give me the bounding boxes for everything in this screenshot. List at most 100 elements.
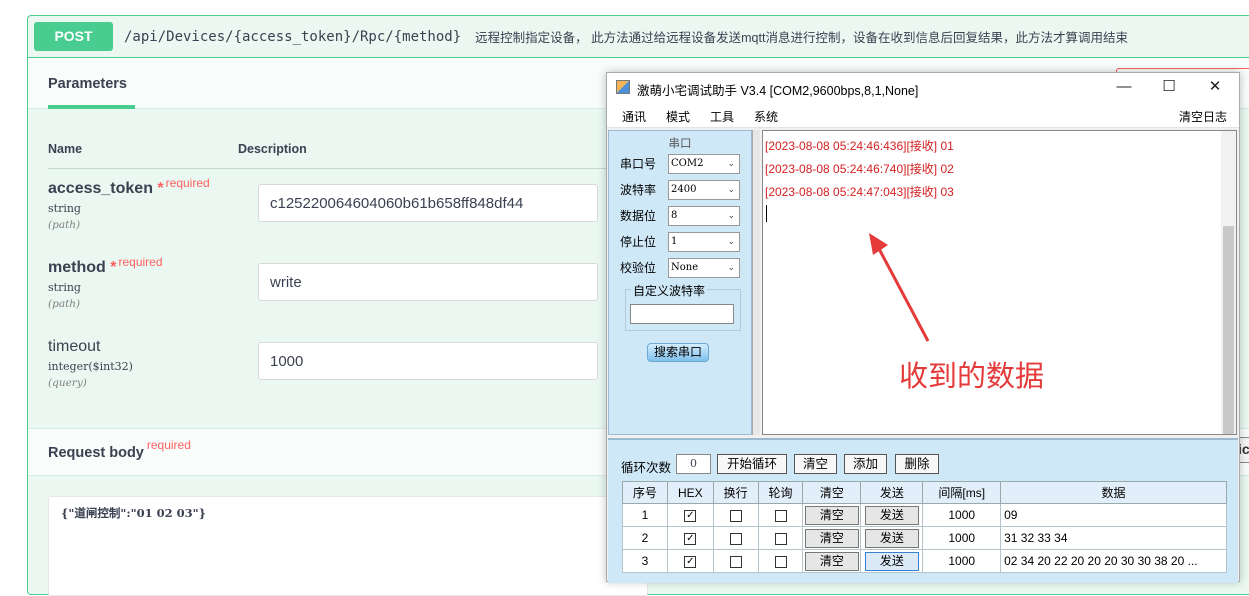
loop-count-input[interactable]: 0 (676, 454, 711, 474)
header-divider (48, 168, 648, 169)
row-interval[interactable]: 1000 (922, 526, 1002, 550)
menu-comm[interactable]: 通讯 (622, 108, 646, 125)
hex-checkbox[interactable]: ✓ (684, 532, 697, 545)
access-token-input[interactable] (258, 184, 598, 222)
operation-summary[interactable]: POST /api/Devices/{access_token}/Rpc/{me… (28, 16, 1249, 58)
send-cell: 发送 (860, 503, 924, 527)
annotation-arrow-icon (869, 233, 930, 342)
column-header-description: Description (238, 142, 307, 156)
search-port-button[interactable]: 搜索串口 (647, 343, 709, 362)
parity-select[interactable]: None ⌄ (668, 258, 740, 278)
hex-cell: ✓ (666, 526, 714, 550)
clear-log-button[interactable]: 清空日志 (1179, 108, 1227, 125)
request-body-json: {"道闸控制":"01 02 03"} (61, 506, 207, 520)
annotation-label: 收到的数据 (899, 359, 1045, 393)
param-row-timeout: timeout integer($int32) (query) (48, 338, 608, 389)
newline-checkbox[interactable] (729, 555, 742, 568)
send-grid: 序号 HEX 换行 轮询 清空 发送 间隔[ms] 数据 1 ✓ 清空 发送 1… (622, 481, 1227, 573)
hex-checkbox[interactable]: ✓ (684, 509, 697, 522)
param-row-method: method * required string (path) (48, 255, 608, 310)
baud-select[interactable]: 2400 ⌄ (668, 180, 740, 200)
clear-button[interactable]: 清空 (794, 454, 837, 474)
row-index: 2 (622, 526, 668, 550)
databits-value: 8 (671, 210, 678, 221)
panel-splitter[interactable] (752, 130, 760, 435)
required-star: * (157, 180, 164, 197)
log-scrollbar[interactable] (1221, 131, 1236, 434)
serial-tool-window: 激萌小宅调试助手 V3.4 [COM2,9600bps,8,1,None] — … (606, 72, 1240, 583)
timeout-input[interactable] (258, 342, 598, 380)
poll-checkbox[interactable] (774, 532, 787, 545)
receive-log[interactable]: [2023-08-08 05:24:46:436][接收] 01 [2023-0… (762, 130, 1237, 435)
stopbits-select[interactable]: 1 ⌄ (668, 232, 740, 252)
row-data[interactable]: 02 34 20 22 20 20 20 30 30 38 20 ... (1000, 549, 1227, 573)
row-clear-button[interactable]: 清空 (804, 528, 859, 548)
table-row: 1 ✓ 清空 发送 1000 09 (622, 503, 1227, 527)
row-send-button[interactable]: 发送 (864, 528, 919, 548)
loop-count-label: 循环次数 (621, 461, 672, 475)
table-row: 2 ✓ 清空 发送 1000 31 32 33 34 (622, 526, 1227, 550)
header-send: 发送 (860, 481, 924, 504)
menu-tools[interactable]: 工具 (710, 108, 734, 125)
row-clear-button[interactable]: 清空 (804, 551, 859, 571)
newline-checkbox[interactable] (729, 509, 742, 522)
request-body-editor[interactable]: {"道闸控制":"01 02 03"} (48, 496, 648, 596)
row-send-button[interactable]: 发送 (864, 505, 919, 525)
grid-header-row: 序号 HEX 换行 轮询 清空 发送 间隔[ms] 数据 (622, 481, 1227, 504)
port-select[interactable]: COM2 ⌄ (668, 154, 740, 174)
add-button[interactable]: 添加 (844, 454, 887, 474)
databits-select[interactable]: 8 ⌄ (668, 206, 740, 226)
delete-button[interactable]: 删除 (895, 454, 939, 474)
poll-cell (757, 526, 804, 550)
row-interval[interactable]: 1000 (922, 503, 1002, 527)
request-body-title: Request body required (48, 438, 191, 461)
table-row: 3 ✓ 清空 发送 1000 02 34 20 22 20 20 20 30 3… (622, 549, 1227, 573)
close-icon[interactable]: ✕ (1193, 76, 1237, 98)
request-body-required: required (146, 438, 191, 452)
menu-system[interactable]: 系统 (754, 108, 778, 125)
row-data[interactable]: 31 32 33 34 (1000, 526, 1227, 550)
chevron-down-icon: ⌄ (727, 211, 735, 221)
scrollbar-thumb[interactable] (1223, 226, 1234, 434)
maximize-icon[interactable]: ☐ (1147, 76, 1191, 98)
row-data[interactable]: 09 (1000, 503, 1227, 527)
menu-bar: 通讯 模式 工具 系统 清空日志 (607, 101, 1239, 128)
poll-checkbox[interactable] (774, 509, 787, 522)
chevron-down-icon: ⌄ (727, 237, 735, 247)
header-poll: 轮询 (757, 481, 804, 504)
operation-description: 远程控制指定设备， 此方法通过给远程设备发送mqtt消息进行控制，设备在收到信息… (475, 31, 1128, 45)
minimize-icon[interactable]: — (1102, 76, 1146, 98)
param-row-access-token: access_token * required string (path) (48, 176, 608, 231)
send-cell: 发送 (860, 526, 924, 550)
hex-checkbox[interactable]: ✓ (684, 555, 697, 568)
databits-label: 数据位 (620, 209, 657, 223)
tab-parameters[interactable]: Parameters (48, 76, 127, 92)
header-clear: 清空 (802, 481, 862, 504)
title-bar[interactable]: 激萌小宅调试助手 V3.4 [COM2,9600bps,8,1,None] — … (607, 73, 1239, 101)
chevron-down-icon: ⌄ (727, 185, 735, 195)
newline-cell (712, 503, 759, 527)
row-send-button[interactable]: 发送 (864, 551, 919, 571)
row-clear-button[interactable]: 清空 (804, 505, 859, 525)
param-name-text: timeout (48, 338, 101, 355)
menu-mode[interactable]: 模式 (666, 108, 690, 125)
clear-cell: 清空 (802, 503, 862, 527)
chevron-down-icon: ⌄ (727, 263, 735, 273)
poll-checkbox[interactable] (774, 555, 787, 568)
serial-config-panel: 串口 串口号 COM2 ⌄ 波特率 2400 ⌄ 数据位 8 ⌄ 停止位 1 ⌄ 校验位… (608, 130, 752, 435)
send-panel: 循环次数 0 开始循环 清空 添加 删除 序号 HEX 换行 轮询 清空 发送 … (608, 438, 1238, 583)
row-interval[interactable]: 1000 (922, 549, 1002, 573)
newline-cell (712, 526, 759, 550)
log-line: [2023-08-08 05:24:46:436][接收] 01 (765, 139, 954, 153)
method-input[interactable] (258, 263, 598, 301)
required-star: * (110, 259, 117, 276)
custom-baud-input[interactable] (630, 304, 734, 324)
row-index: 1 (622, 503, 668, 527)
request-body-title-text: Request body (48, 445, 144, 461)
newline-checkbox[interactable] (729, 532, 742, 545)
stopbits-value: 1 (671, 236, 678, 247)
send-cell: 发送 (860, 549, 924, 573)
start-loop-button[interactable]: 开始循环 (717, 454, 787, 474)
method-badge: POST (34, 22, 113, 51)
required-label: required (118, 255, 163, 269)
